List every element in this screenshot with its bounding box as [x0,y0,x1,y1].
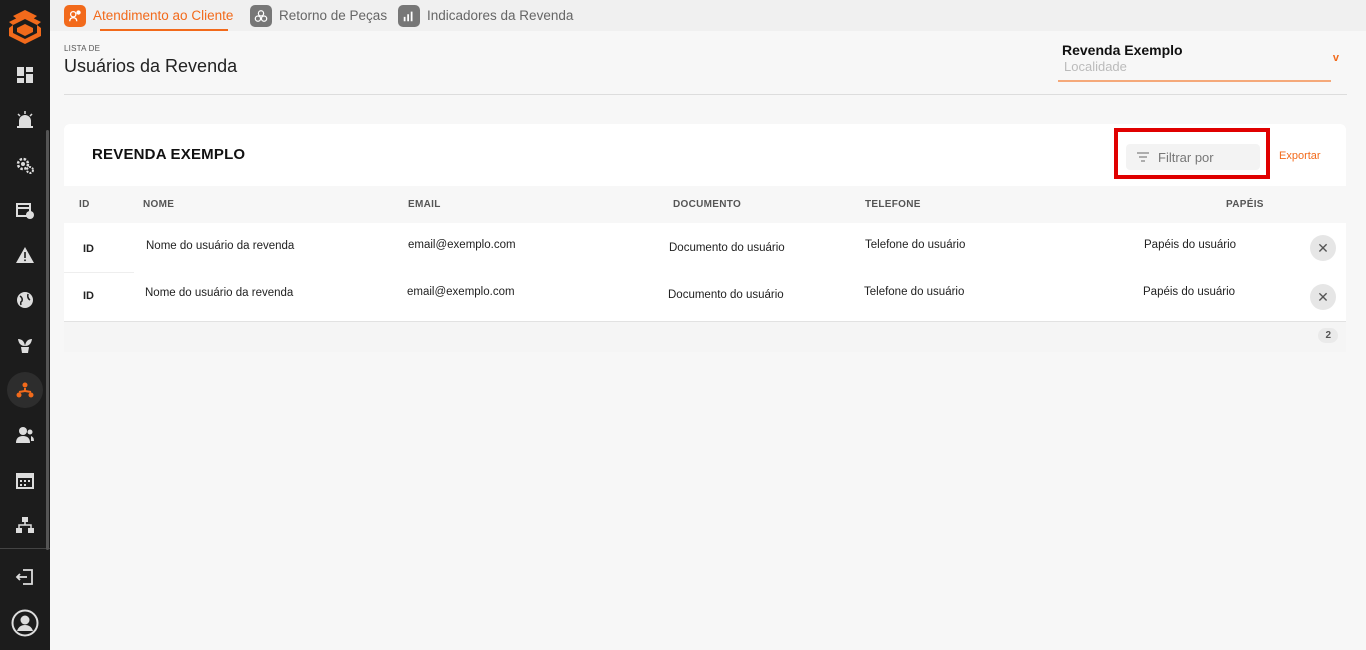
cell-name: Nome do usuário da revenda [145,287,294,299]
tab-retorno-de-pecas[interactable]: Retorno de Peças [250,0,387,31]
warning-icon[interactable] [0,237,50,273]
user-group-icon[interactable] [0,417,50,453]
table-header: ID NOME EMAIL DOCUMENTO TELEFONE PAPÉIS [64,186,1346,223]
logout-icon[interactable] [0,559,50,595]
cell-id: ID [83,290,94,302]
customer-service-icon [64,4,86,27]
table-row[interactable]: ID Nome do usuário da revenda email@exem… [64,224,1346,272]
page-title: Usuários da Revenda [64,56,238,76]
tab-label: Indicadores da Revenda [427,8,574,23]
column-header-id[interactable]: ID [79,199,90,210]
column-header-nome[interactable]: NOME [143,199,174,210]
column-header-email[interactable]: EMAIL [408,199,441,210]
table-footer: 2 [64,322,1346,352]
profile-icon[interactable] [0,605,50,641]
location-placeholder: Localidade [1064,59,1127,74]
bar-chart-icon [398,4,420,27]
chevron-down-icon[interactable]: v [1333,52,1339,64]
store-selector[interactable]: Revenda Exemplo Localidade v [1058,40,1339,82]
tab-indicadores-da-revenda[interactable]: Indicadores da Revenda [398,0,573,31]
tab-atendimento-ao-cliente[interactable]: Atendimento ao Cliente [64,0,233,31]
column-header-telefone[interactable]: TELEFONE [865,199,921,210]
tab-label: Atendimento ao Cliente [93,8,234,23]
sidebar-divider [0,548,50,549]
cell-phone: Telefone do usuário [864,286,965,298]
cell-document: Documento do usuário [669,242,785,254]
top-tab-bar [50,0,1366,31]
page-eyebrow: LISTA DE [64,44,101,53]
plant-icon[interactable] [0,327,50,363]
hierarchy-icon[interactable] [0,507,50,543]
cell-id: ID [83,243,94,255]
cell-roles: Papéis do usuário [1144,239,1237,251]
calendar-icon[interactable] [0,462,50,498]
people-network-icon[interactable] [0,372,50,408]
brand-logo-icon[interactable] [5,6,45,46]
total-count-badge: 2 [1318,328,1338,343]
delete-row-button[interactable]: ✕ [1310,284,1336,310]
dashboard-icon[interactable] [0,57,50,93]
sidebar-scrollbar[interactable] [46,130,49,550]
column-header-documento[interactable]: DOCUMENTO [673,199,741,210]
alarm-icon[interactable] [0,102,50,138]
parts-return-icon [250,4,272,27]
cell-roles: Papéis do usuário [1143,286,1236,298]
cell-email: email@exemplo.com [407,286,515,298]
header-divider [64,94,1347,95]
sidebar [0,0,50,650]
delete-row-button[interactable]: ✕ [1310,235,1336,261]
column-header-papeis[interactable]: PAPÉIS [1226,199,1264,210]
cell-name: Nome do usuário da revenda [146,240,295,252]
filter-highlight-box [1114,128,1270,179]
users-card: REVENDA EXEMPLO Filtrar por Exportar ID … [64,124,1346,352]
settings-gears-icon[interactable] [0,147,50,183]
table-row[interactable]: ID Nome do usuário da revenda email@exem… [64,271,1346,319]
active-tab-indicator [100,29,228,31]
export-link[interactable]: Exportar [1279,150,1321,162]
cell-phone: Telefone do usuário [865,239,966,251]
globe-icon[interactable] [0,282,50,318]
store-name: Revenda Exemplo [1062,42,1183,58]
card-title: REVENDA EXEMPLO [92,146,246,163]
calendar-clock-icon[interactable] [0,192,50,228]
tab-label: Retorno de Peças [279,8,388,23]
cell-document: Documento do usuário [668,289,784,301]
cell-email: email@exemplo.com [408,239,516,251]
